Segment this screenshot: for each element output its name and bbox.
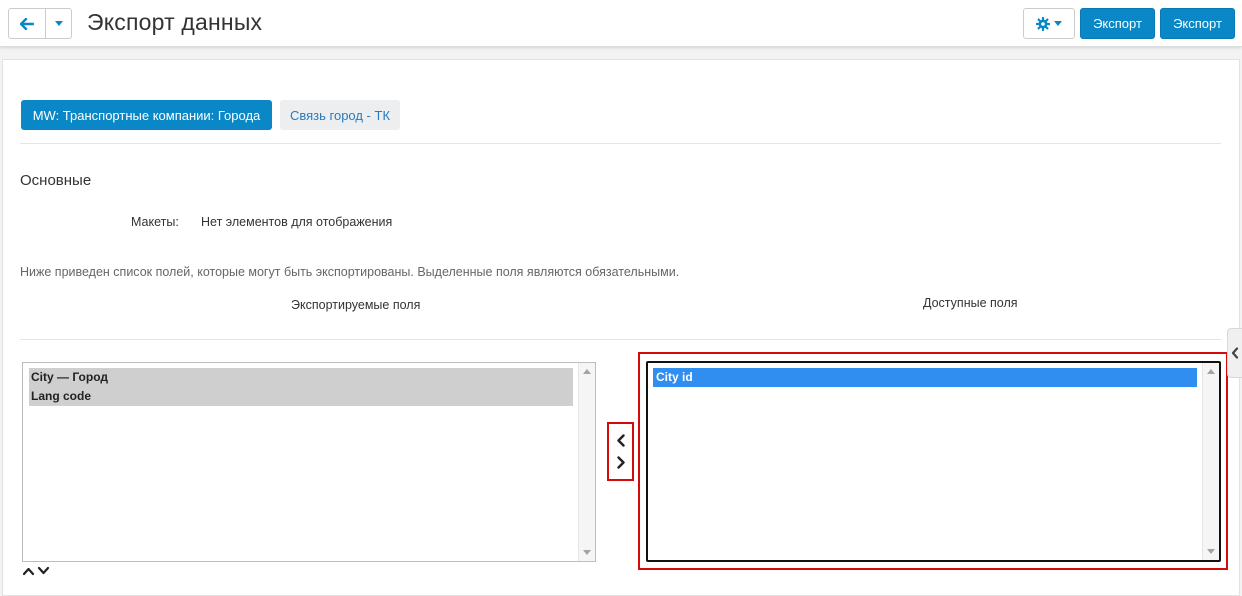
gear-icon: [1036, 16, 1050, 31]
chevron-right-icon: [616, 456, 625, 469]
caret-down-icon: [1054, 21, 1062, 26]
scroll-up-icon[interactable]: [583, 369, 591, 374]
back-button-group: [8, 8, 72, 39]
caret-down-icon: [54, 21, 63, 26]
remove-field-button[interactable]: [612, 454, 630, 472]
exported-fields-heading: Экспортируемые поля: [291, 298, 421, 312]
templates-label: Макеты:: [131, 215, 179, 229]
scroll-down-icon[interactable]: [1207, 549, 1215, 554]
required-fields-group: City — Город Lang code: [29, 368, 573, 406]
back-dropdown-button[interactable]: [46, 8, 72, 39]
scroll-down-icon[interactable]: [583, 550, 591, 555]
arrow-left-icon: [20, 17, 34, 30]
settings-dropdown-button[interactable]: [1023, 8, 1075, 39]
divider: [20, 143, 1221, 144]
chevron-left-icon: [616, 434, 625, 447]
field-name: Lang code: [31, 389, 92, 403]
scrollbar[interactable]: [578, 363, 595, 561]
exported-fields-list[interactable]: City — Город Lang code: [22, 362, 596, 562]
scroll-up-icon[interactable]: [1207, 369, 1215, 374]
export-button-secondary[interactable]: Экспорт: [1160, 8, 1235, 39]
section-title: Основные: [20, 172, 92, 189]
field-prefix: City —: [31, 370, 73, 384]
list-item[interactable]: City id: [653, 368, 1197, 387]
scrollbar[interactable]: [1202, 363, 1219, 560]
chevron-down-icon[interactable]: [37, 566, 50, 576]
available-fields-heading: Доступные поля: [923, 296, 1018, 310]
chevron-left-icon: [1231, 347, 1239, 359]
move-fields-controls: [607, 422, 634, 481]
list-item[interactable]: City — Город: [29, 368, 573, 387]
fields-hint: Ниже приведен список полей, которые могу…: [20, 265, 680, 279]
tab-transport-cities[interactable]: MW: Транспортные компании: Города: [21, 100, 272, 130]
add-field-button[interactable]: [612, 432, 630, 450]
top-toolbar: Экспорт данных Экспорт Экспорт: [0, 0, 1242, 47]
page-title: Экспорт данных: [87, 9, 263, 35]
side-panel-toggle[interactable]: [1227, 328, 1242, 378]
tab-city-tk-link[interactable]: Связь город - ТК: [280, 100, 400, 130]
templates-value: Нет элементов для отображения: [201, 215, 393, 229]
chevron-up-icon[interactable]: [22, 566, 35, 576]
available-fields-list[interactable]: City id: [646, 361, 1221, 562]
divider: [20, 339, 1221, 340]
back-button[interactable]: [8, 8, 46, 39]
field-name: Город: [72, 370, 108, 384]
export-button[interactable]: Экспорт: [1080, 8, 1155, 39]
list-item[interactable]: Lang code: [29, 387, 573, 406]
sort-controls: [22, 566, 50, 576]
